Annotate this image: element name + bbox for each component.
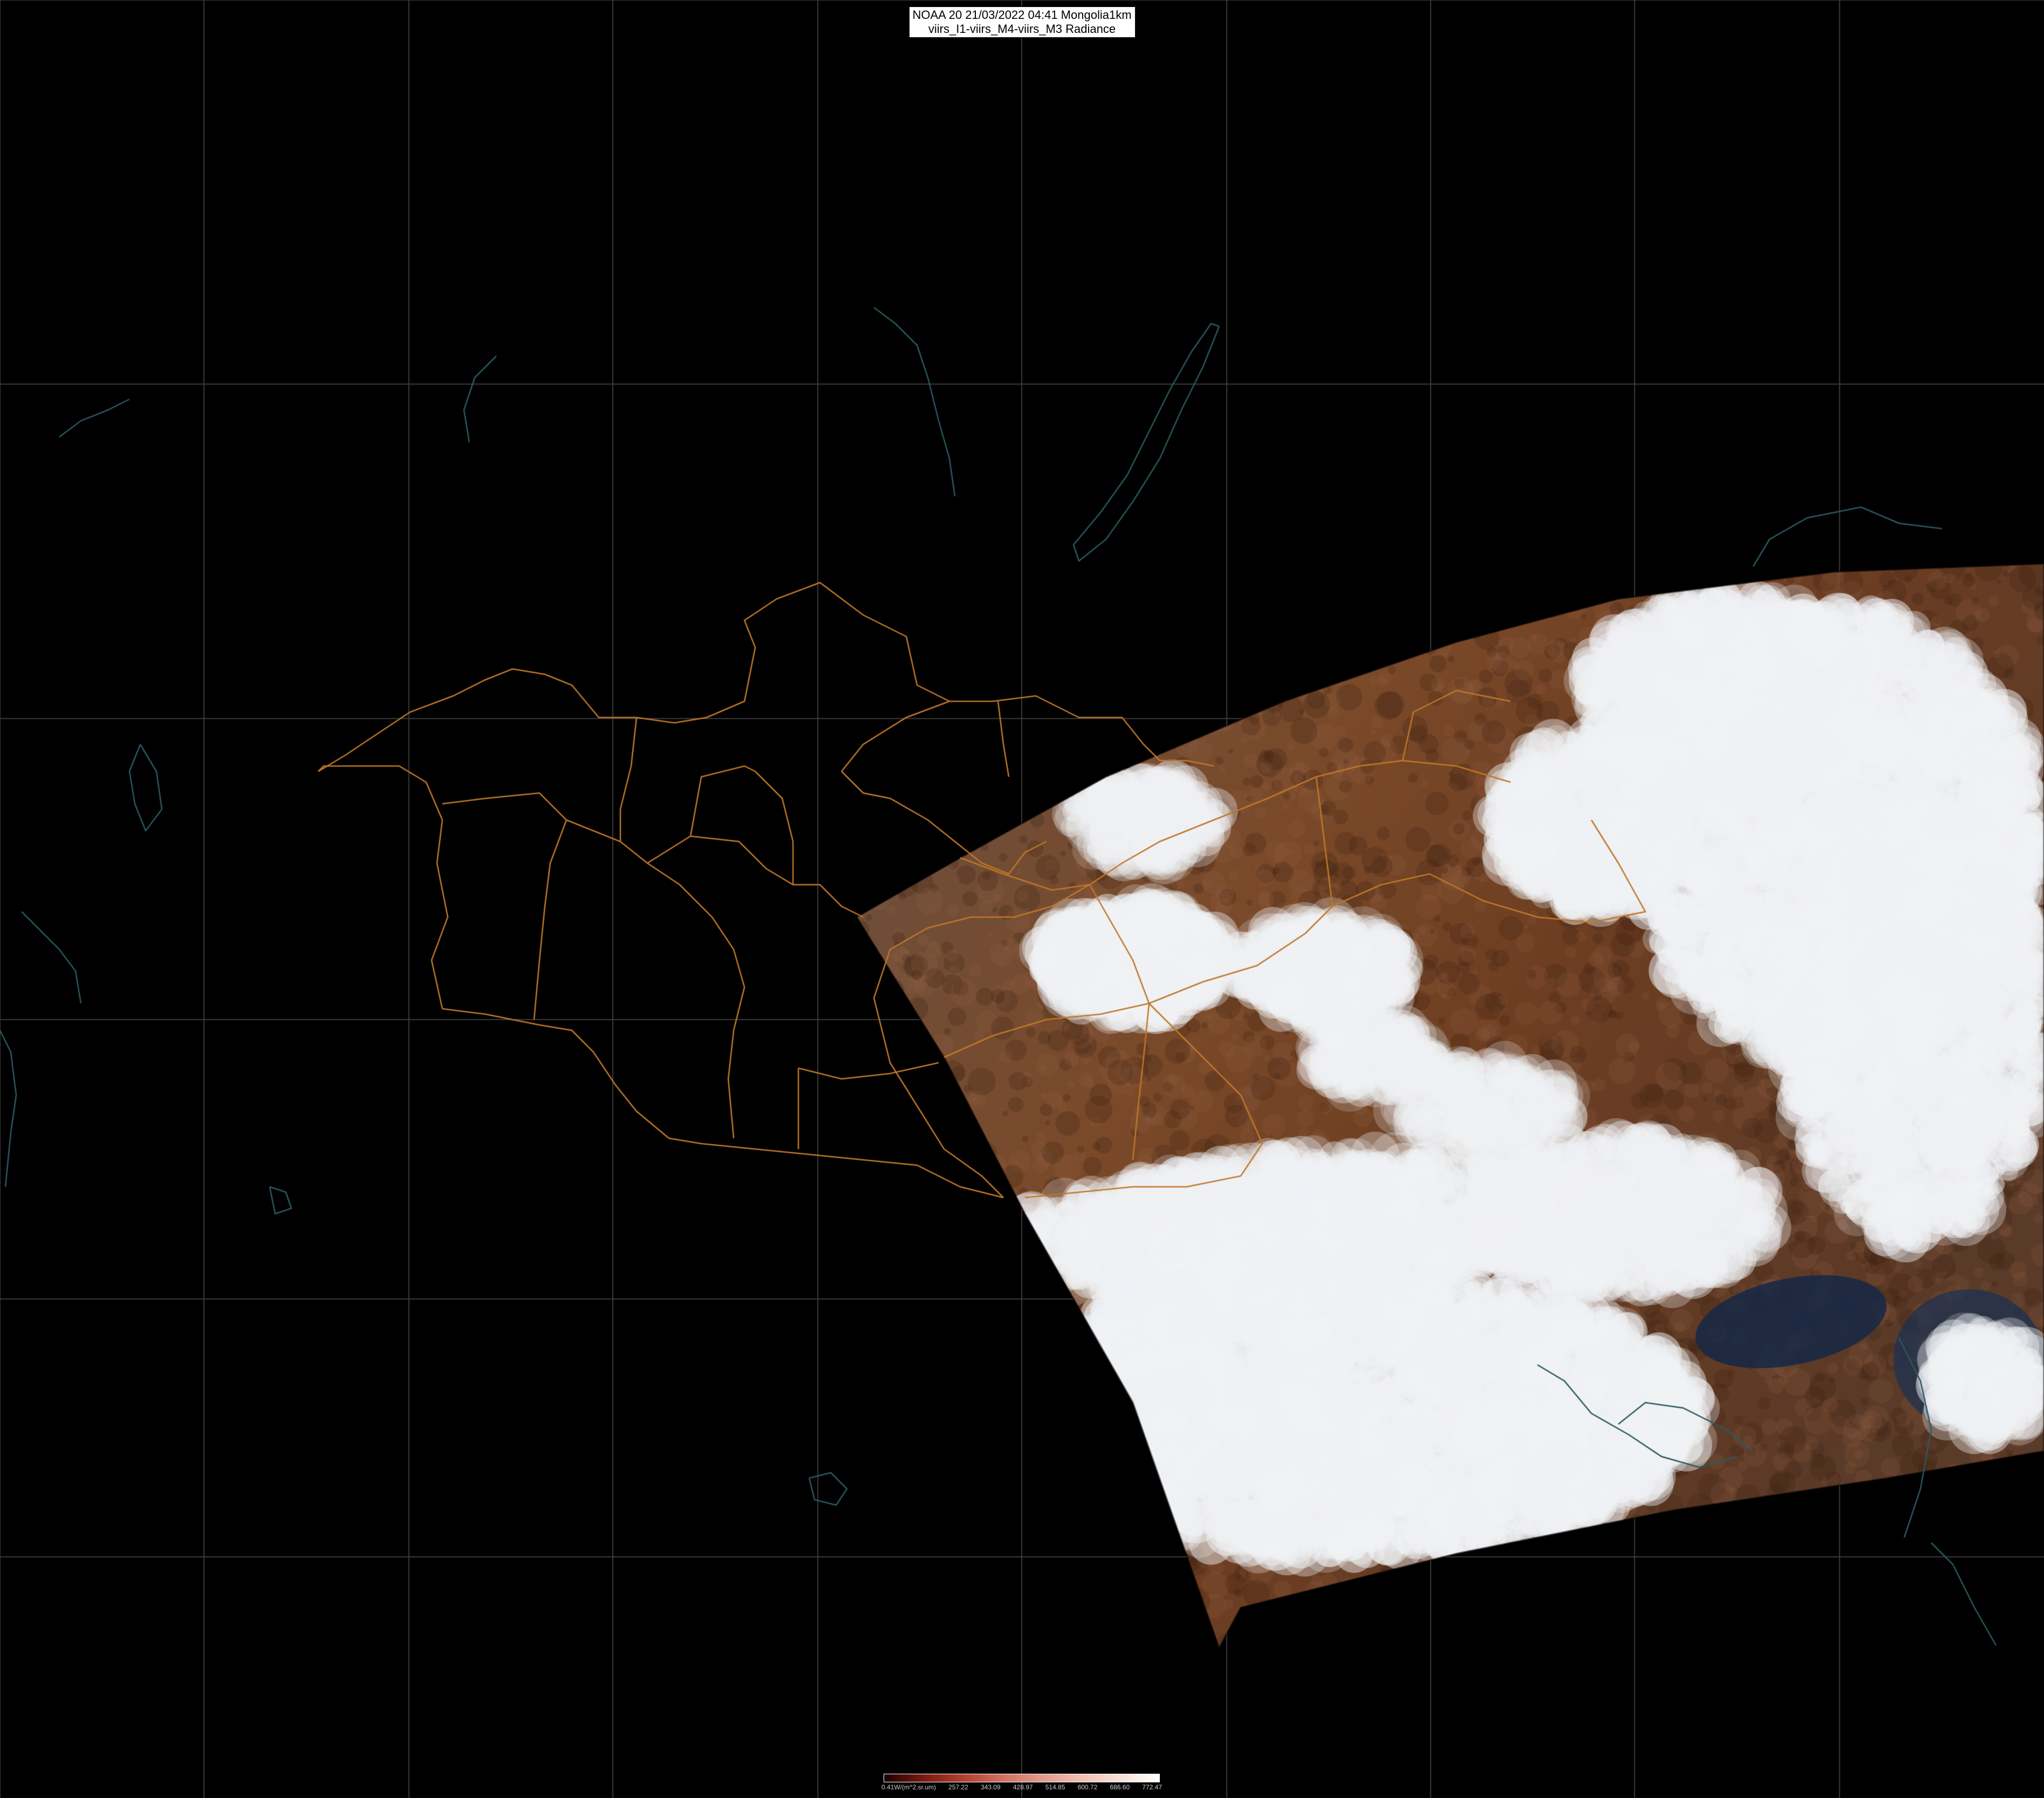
colorbar-gradient (884, 1774, 1160, 1782)
colorbar-legend: 0.41W/(m^2.sr.um) 257.22 343.09 428.97 5… (881, 1774, 1162, 1795)
colorbar-labels: 0.41W/(m^2.sr.um) 257.22 343.09 428.97 5… (881, 1783, 1162, 1794)
colorbar-label: 0.41W/(m^2.sr.um) (881, 1783, 936, 1791)
colorbar-label: 772.47 (1142, 1783, 1162, 1791)
colorbar-label: 257.22 (948, 1783, 968, 1791)
colorbar-label: 343.09 (981, 1783, 1001, 1791)
colorbar-label: 428.97 (1013, 1783, 1033, 1791)
image-title: NOAA 20 21/03/2022 04:41 Mongolia1km vii… (908, 6, 1136, 38)
satellite-map (0, 0, 2044, 1798)
colorbar-label: 600.72 (1077, 1783, 1098, 1791)
colorbar-label: 686.60 (1110, 1783, 1130, 1791)
title-line-1: NOAA 20 21/03/2022 04:41 Mongolia1km (912, 8, 1132, 22)
colorbar-label: 514.85 (1045, 1783, 1065, 1791)
title-line-2: viirs_I1-viirs_M4-viirs_M3 Radiance (928, 22, 1116, 36)
